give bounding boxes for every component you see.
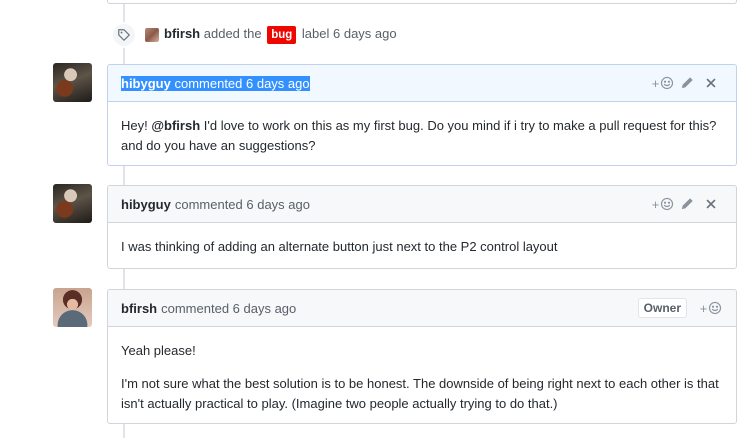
tag-icon [111,22,137,48]
avatar[interactable] [53,63,92,102]
smiley-icon [709,301,722,315]
comment-timestamp[interactable]: commented 6 days ago [161,301,296,316]
label-event: bfirsh added the bug label 6 days ago [111,20,611,50]
comment-text: Hey! [121,118,152,133]
comment: bfirsh commented 6 days ago Owner + Yeah… [107,289,737,424]
x-icon [706,199,716,209]
owner-badge: Owner [637,298,687,318]
smiley-icon [661,197,674,211]
comment-body: Yeah please! I'm not sure what the best … [108,327,736,428]
comment: hibyguy commented 6 days ago + Hey! @bfi… [107,64,737,166]
edit-button[interactable] [675,73,699,93]
pencil-icon [681,198,693,210]
comment-paragraph: I'm not sure what the best solution is t… [121,376,719,411]
edit-button[interactable] [675,194,699,214]
smiley-icon [661,76,674,90]
pencil-icon [681,77,693,89]
event-actor[interactable]: bfirsh [164,26,200,41]
event-action-suffix[interactable]: label 6 days ago [302,26,397,41]
delete-button[interactable] [699,194,723,214]
avatar[interactable] [53,184,92,223]
comment-header: bfirsh commented 6 days ago Owner + [108,290,736,327]
add-reaction-button[interactable]: + [651,73,675,93]
comment-timestamp[interactable]: commented 6 days ago [174,75,310,91]
comment-body: I was thinking of adding an alternate bu… [121,239,558,254]
comment-timestamp[interactable]: commented 6 days ago [175,197,310,212]
add-reaction-button[interactable]: + [699,298,723,318]
comment-author[interactable]: hibyguy [121,197,171,212]
avatar[interactable] [53,288,92,327]
comment: hibyguy commented 6 days ago + I was thi… [107,185,737,269]
delete-button[interactable] [699,73,723,93]
comment-author[interactable]: bfirsh [121,301,157,316]
comment-author-line: hibyguy commented 6 days ago [121,75,310,91]
avatar[interactable] [145,28,159,42]
comment-text: I'd love to work on this as my first bug… [121,118,717,153]
comment-header: hibyguy commented 6 days ago + [108,186,736,223]
user-mention[interactable]: @bfirsh [151,118,200,133]
comment-body: Hey! @bfirsh I'd love to work on this as… [108,102,736,170]
comment-header: hibyguy commented 6 days ago + [108,65,736,102]
bug-label[interactable]: bug [267,26,297,44]
add-reaction-button[interactable]: + [651,194,675,214]
previous-comment-box [107,0,737,4]
comment-paragraph: Yeah please! [121,343,196,358]
event-action: added the [203,26,262,41]
event-text: bfirsh added the bug label 6 days ago [164,26,397,44]
comment-author[interactable]: hibyguy [121,75,171,91]
x-icon [706,78,716,88]
